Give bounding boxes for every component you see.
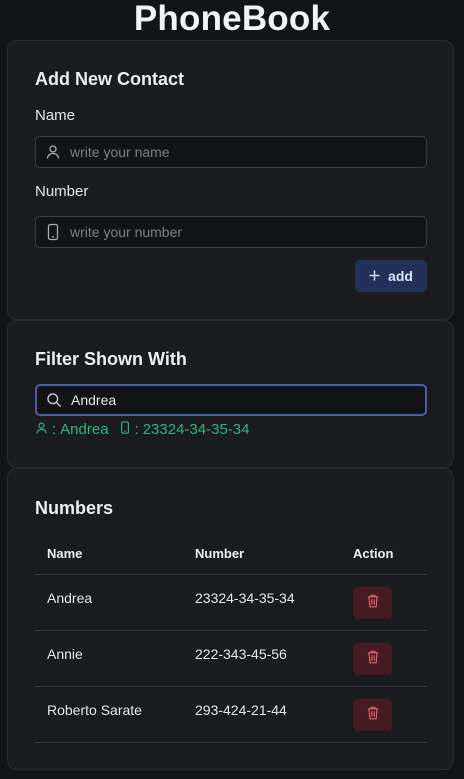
table-row: Andrea 23324-34-35-34 [35,575,427,631]
contact-name: Annie [47,646,83,662]
phone-icon [119,420,131,439]
contact-name: Andrea [47,590,93,606]
delete-button[interactable] [353,698,392,731]
action-cell [342,586,427,619]
numbers-card: Numbers Name Number Action Andrea 23324-3… [7,468,454,770]
name-label: Name [35,107,76,124]
contact-name: Roberto Sarate [47,702,142,718]
add-contact-heading: Add New Contact [35,69,185,89]
delete-button[interactable] [353,586,392,619]
phone-icon [36,223,70,241]
delete-button[interactable] [353,642,392,675]
column-header-number: Number [195,545,245,561]
filter-field[interactable] [35,384,427,416]
table-header: Name Number Action [35,532,427,575]
table-row: Annie 222-343-45-56 [35,631,427,687]
numbers-heading: Numbers [35,498,114,518]
search-icon [37,392,71,408]
contact-number: 23324-34-35-34 [195,590,295,606]
match-number: 23324-34-35-34 [142,421,250,438]
name-field[interactable] [35,136,427,168]
column-header-name: Name [47,545,83,561]
contacts-table: Name Number Action Andrea 23324-34-35-34 A… [35,532,427,743]
trash-icon [367,706,379,723]
action-cell [342,642,427,675]
match-separator: : [134,421,139,438]
name-input[interactable] [70,144,426,160]
plus-icon [369,268,380,284]
user-icon [35,421,48,439]
trash-icon [367,594,379,611]
filter-input[interactable] [71,392,425,408]
add-contact-card: Add New Contact Name Number add [7,40,454,320]
add-button[interactable]: add [355,260,427,292]
contact-number: 222-343-45-56 [195,646,287,662]
match-name: Andrea [60,421,109,438]
number-input[interactable] [70,224,426,240]
action-cell [342,698,427,731]
contact-number: 293-424-21-44 [195,702,287,718]
table-row: Roberto Sarate 293-424-21-44 [35,687,427,743]
match-separator: : [52,421,57,438]
column-header-action: Action [353,545,394,561]
app-title: PhoneBook [133,0,331,38]
filter-card: Filter Shown With : Andrea : 23324-34-35… [7,320,454,468]
filter-heading: Filter Shown With [35,349,187,369]
number-field[interactable] [35,216,427,248]
user-icon [36,144,70,160]
number-label: Number [35,183,89,200]
add-button-label: add [388,268,413,284]
trash-icon [367,650,379,667]
filter-match: : Andrea : 23324-34-35-34 [35,420,249,439]
